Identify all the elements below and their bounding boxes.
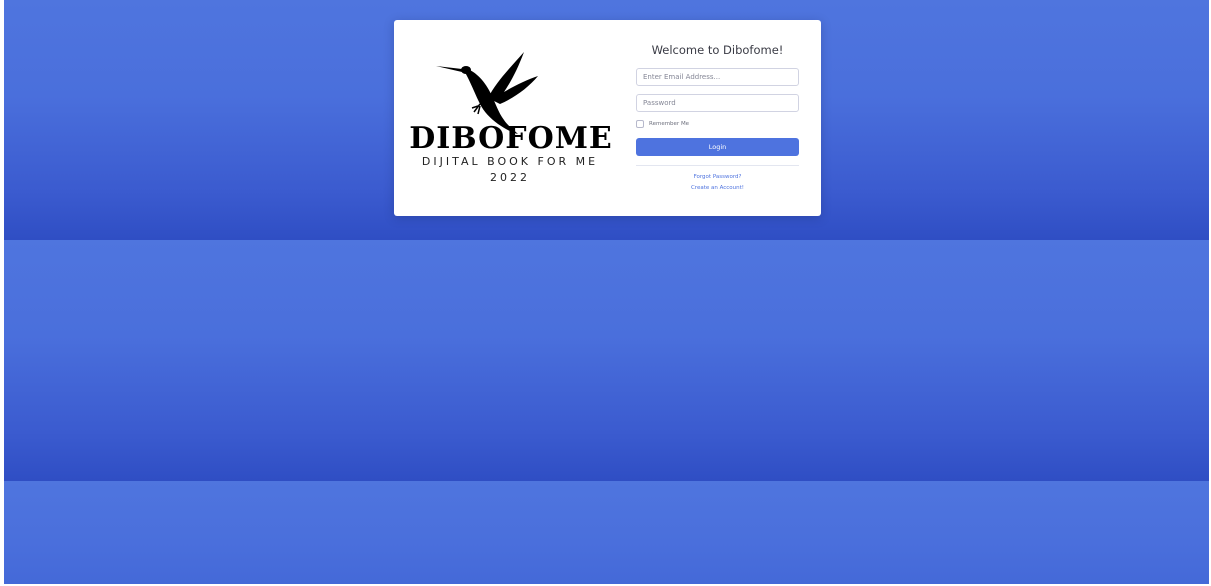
login-form: Welcome to Dibofome! Remember Me Login F… (636, 20, 799, 216)
email-field[interactable] (636, 68, 799, 86)
remember-me-checkbox[interactable] (636, 120, 644, 128)
login-button[interactable]: Login (636, 138, 799, 156)
brand-logo: DIBOFOME DIJITAL BOOK FOR ME 2022 (394, 20, 624, 216)
forgot-password-link[interactable]: Forgot Password? (636, 174, 799, 180)
brand-tagline: DIJITAL BOOK FOR ME (421, 155, 599, 168)
login-card: DIBOFOME DIJITAL BOOK FOR ME 2022 Welcom… (394, 20, 821, 216)
remember-me-row[interactable]: Remember Me (636, 119, 689, 129)
brand-name: DIBOFOME (409, 121, 613, 156)
divider (636, 165, 799, 166)
brand-year: 2022 (490, 171, 530, 184)
create-account-link[interactable]: Create an Account! (636, 185, 799, 191)
background-band (4, 481, 1209, 584)
remember-me-label[interactable]: Remember Me (649, 121, 689, 127)
page-title: Welcome to Dibofome! (651, 43, 784, 57)
background-band (4, 240, 1209, 481)
password-field[interactable] (636, 94, 799, 112)
